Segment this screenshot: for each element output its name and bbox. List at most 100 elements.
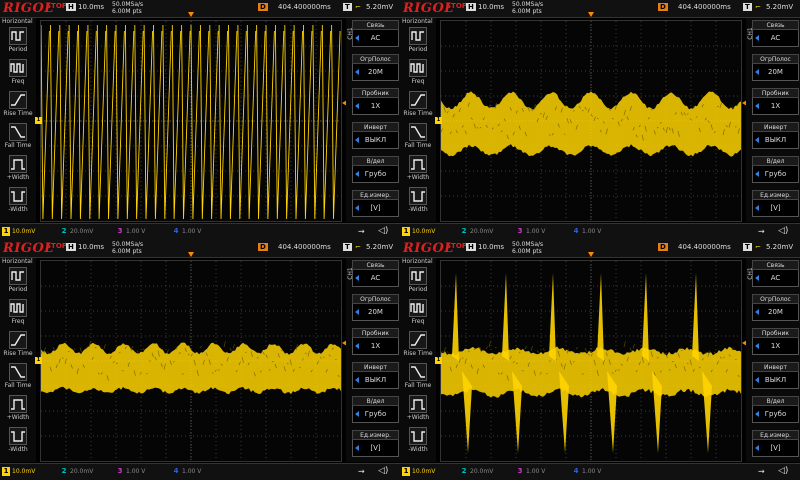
measure-item-freq[interactable]: Freq: [401, 299, 435, 330]
menu-item-4[interactable]: В/дел Грубо: [352, 156, 399, 183]
delay-value[interactable]: 404.400000ms: [278, 243, 331, 251]
trigger-level-value[interactable]: 5.20mV: [366, 243, 393, 251]
measure-item-freq[interactable]: Freq: [1, 299, 35, 330]
speaker-icon[interactable]: ◁): [378, 226, 388, 236]
measure-item-neg-width[interactable]: -Width: [1, 187, 35, 218]
channel-4-scale[interactable]: 4 1.00 V: [172, 467, 202, 476]
measure-item-period[interactable]: Period: [401, 267, 435, 298]
channel-2-scale[interactable]: 2 20.0mV: [60, 227, 94, 236]
menu-item-3[interactable]: Инверт ВЫКЛ: [752, 362, 799, 389]
channel-1-scale[interactable]: 1 10.0mV: [402, 467, 435, 476]
channel-4-scale[interactable]: 4 1.00 V: [172, 227, 202, 236]
measure-item-neg-width[interactable]: -Width: [401, 187, 435, 218]
menu-item-0[interactable]: Связь AC: [752, 20, 799, 47]
trigger-level-value[interactable]: 5.20mV: [366, 3, 393, 11]
menu-item-value[interactable]: 1X: [752, 98, 799, 115]
menu-item-value[interactable]: 1X: [352, 338, 399, 355]
measure-item-fall-time[interactable]: Fall Time: [1, 123, 35, 154]
channel-3-scale[interactable]: 3 1.00 V: [516, 227, 546, 236]
measure-item-rise-time[interactable]: Rise Time: [1, 331, 35, 362]
channel-3-scale[interactable]: 3 1.00 V: [516, 467, 546, 476]
menu-item-4[interactable]: В/дел Грубо: [752, 396, 799, 423]
menu-item-value[interactable]: ВЫКЛ: [752, 132, 799, 149]
menu-item-value[interactable]: 20M: [352, 64, 399, 81]
channel-4-scale[interactable]: 4 1.00 V: [572, 227, 602, 236]
menu-item-value[interactable]: Грубо: [352, 406, 399, 423]
timebase-value[interactable]: 10.0ms: [78, 3, 104, 11]
menu-item-3[interactable]: Инверт ВЫКЛ: [352, 122, 399, 149]
channel-2-scale[interactable]: 2 20.0mV: [460, 467, 494, 476]
measure-item-neg-width[interactable]: -Width: [1, 427, 35, 458]
menu-item-1[interactable]: ОгрПолос 20M: [752, 294, 799, 321]
waveform-screen[interactable]: [440, 260, 742, 462]
trigger-level-value[interactable]: 5.20mV: [766, 3, 793, 11]
ch1-offset-marker[interactable]: 1: [435, 117, 442, 124]
menu-item-0[interactable]: Связь AC: [752, 260, 799, 287]
channel-2-scale[interactable]: 2 20.0mV: [60, 467, 94, 476]
menu-item-4[interactable]: В/дел Грубо: [352, 396, 399, 423]
menu-item-5[interactable]: Ед.измер. [V]: [752, 190, 799, 217]
menu-item-4[interactable]: В/дел Грубо: [752, 156, 799, 183]
menu-item-2[interactable]: Пробник 1X: [352, 88, 399, 115]
measure-item-period[interactable]: Period: [401, 27, 435, 58]
measure-item-rise-time[interactable]: Rise Time: [401, 331, 435, 362]
delay-value[interactable]: 404.400000ms: [678, 243, 731, 251]
menu-item-value[interactable]: 20M: [752, 64, 799, 81]
menu-item-value[interactable]: AC: [352, 270, 399, 287]
waveform-screen[interactable]: [40, 260, 342, 462]
measure-item-pos-width[interactable]: +Width: [401, 155, 435, 186]
measure-item-freq[interactable]: Freq: [1, 59, 35, 90]
timebase-value[interactable]: 10.0ms: [78, 243, 104, 251]
menu-item-5[interactable]: Ед.измер. [V]: [752, 430, 799, 457]
measure-item-freq[interactable]: Freq: [401, 59, 435, 90]
menu-item-1[interactable]: ОгрПолос 20M: [752, 54, 799, 81]
run-stop-status[interactable]: STOP: [46, 2, 67, 10]
menu-item-1[interactable]: ОгрПолос 20M: [352, 294, 399, 321]
speaker-icon[interactable]: ◁): [378, 466, 388, 476]
speaker-icon[interactable]: ◁): [778, 466, 788, 476]
measure-item-pos-width[interactable]: +Width: [1, 395, 35, 426]
measure-item-fall-time[interactable]: Fall Time: [401, 123, 435, 154]
delay-value[interactable]: 404.400000ms: [278, 3, 331, 11]
menu-item-0[interactable]: Связь AC: [352, 20, 399, 47]
menu-item-value[interactable]: [V]: [752, 200, 799, 217]
menu-item-value[interactable]: AC: [752, 270, 799, 287]
menu-item-value[interactable]: [V]: [352, 440, 399, 457]
measure-item-pos-width[interactable]: +Width: [1, 155, 35, 186]
menu-item-value[interactable]: AC: [752, 30, 799, 47]
channel-1-scale[interactable]: 1 10.0mV: [402, 227, 435, 236]
channel-2-scale[interactable]: 2 20.0mV: [460, 227, 494, 236]
channel-3-scale[interactable]: 3 1.00 V: [116, 467, 146, 476]
timebase-value[interactable]: 10.0ms: [478, 243, 504, 251]
measure-item-period[interactable]: Period: [1, 27, 35, 58]
menu-item-2[interactable]: Пробник 1X: [752, 328, 799, 355]
waveform-screen[interactable]: [40, 20, 342, 222]
run-stop-status[interactable]: STOP: [446, 242, 467, 250]
channel-4-scale[interactable]: 4 1.00 V: [572, 467, 602, 476]
menu-item-3[interactable]: Инверт ВЫКЛ: [752, 122, 799, 149]
menu-item-5[interactable]: Ед.измер. [V]: [352, 190, 399, 217]
timebase-value[interactable]: 10.0ms: [478, 3, 504, 11]
menu-item-value[interactable]: [V]: [352, 200, 399, 217]
run-stop-status[interactable]: STOP: [46, 242, 67, 250]
menu-item-2[interactable]: Пробник 1X: [352, 328, 399, 355]
waveform-screen[interactable]: [440, 20, 742, 222]
speaker-icon[interactable]: ◁): [778, 226, 788, 236]
ch1-offset-marker[interactable]: 1: [35, 357, 42, 364]
menu-item-value[interactable]: ВЫКЛ: [352, 132, 399, 149]
measure-item-neg-width[interactable]: -Width: [401, 427, 435, 458]
delay-value[interactable]: 404.400000ms: [678, 3, 731, 11]
channel-3-scale[interactable]: 3 1.00 V: [116, 227, 146, 236]
measure-item-rise-time[interactable]: Rise Time: [1, 91, 35, 122]
menu-item-value[interactable]: ВЫКЛ: [752, 372, 799, 389]
channel-1-scale[interactable]: 1 10.0mV: [2, 467, 35, 476]
run-stop-status[interactable]: STOP: [446, 2, 467, 10]
measure-item-period[interactable]: Period: [1, 267, 35, 298]
menu-item-value[interactable]: 1X: [752, 338, 799, 355]
ch1-offset-marker[interactable]: 1: [435, 357, 442, 364]
menu-item-0[interactable]: Связь AC: [352, 260, 399, 287]
menu-item-value[interactable]: 20M: [752, 304, 799, 321]
trigger-level-value[interactable]: 5.20mV: [766, 243, 793, 251]
channel-1-scale[interactable]: 1 10.0mV: [2, 227, 35, 236]
menu-item-value[interactable]: Грубо: [752, 406, 799, 423]
